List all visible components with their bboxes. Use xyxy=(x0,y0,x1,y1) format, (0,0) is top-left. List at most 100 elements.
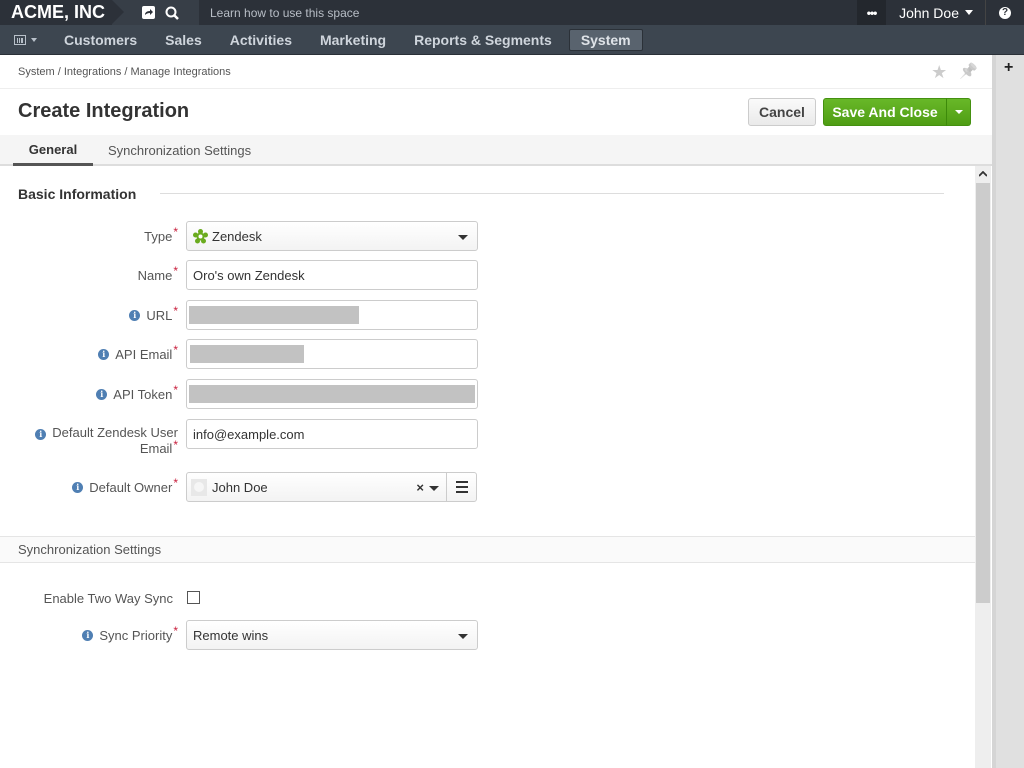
brand-name: ACME, INC xyxy=(11,2,105,22)
redacted-value xyxy=(190,345,304,363)
brand-arrow xyxy=(112,0,124,24)
dashboard-icon xyxy=(13,34,26,45)
required-asterisk: * xyxy=(173,624,178,638)
nav-item-activities[interactable]: Activities xyxy=(216,25,306,55)
api-token-label: i API Token * xyxy=(96,379,178,409)
info-icon[interactable]: i xyxy=(129,309,141,321)
search-icon[interactable] xyxy=(160,0,184,25)
required-asterisk: * xyxy=(173,225,178,239)
scrollbar-thumb[interactable] xyxy=(976,183,990,603)
default-user-email-row: i Default Zendesk User Email* info@exampl… xyxy=(0,419,480,459)
section-title-synchronization-settings: Synchronization Settings xyxy=(0,536,975,563)
tab-general[interactable]: General xyxy=(13,135,93,166)
name-row: Name * Oro's own Zendesk xyxy=(0,260,480,290)
sync-priority-label: i Sync Priority * xyxy=(82,620,178,650)
help-icon[interactable]: ? xyxy=(986,0,1024,25)
section-divider xyxy=(160,193,944,194)
required-asterisk: * xyxy=(173,264,178,278)
nav-item-marketing[interactable]: Marketing xyxy=(306,25,400,55)
default-owner-row: i Default Owner * John Doe × xyxy=(0,472,480,502)
breadcrumb: System / Integrations / Manage Integrati… xyxy=(18,66,231,78)
type-select[interactable]: Zendesk xyxy=(186,221,478,251)
more-dots-icon[interactable]: ••• xyxy=(857,0,887,25)
right-side-panel: + xyxy=(992,55,1024,768)
sync-priority-row: i Sync Priority * Remote wins xyxy=(0,620,480,650)
required-asterisk: * xyxy=(173,438,178,452)
info-icon[interactable]: i xyxy=(72,481,84,493)
api-token-row: i API Token * xyxy=(0,379,480,409)
nav-item-sales[interactable]: Sales xyxy=(151,25,216,55)
api-email-label: i API Email * xyxy=(98,339,178,369)
info-icon[interactable]: i xyxy=(96,388,108,400)
hamburger-menu-icon[interactable] xyxy=(446,473,476,501)
section-title-basic-information: Basic Information xyxy=(18,186,137,202)
info-icon[interactable]: i xyxy=(82,629,94,641)
sync-priority-select[interactable]: Remote wins xyxy=(186,620,478,650)
type-label: Type * xyxy=(144,225,178,244)
type-value: Zendesk xyxy=(212,228,262,244)
shortcut-icon[interactable] xyxy=(136,0,160,25)
caret-down-icon xyxy=(458,634,468,639)
url-label: i URL * xyxy=(129,300,178,330)
default-user-email-input[interactable]: info@example.com xyxy=(186,419,478,449)
redacted-value xyxy=(189,306,359,324)
two-way-sync-row: Enable Two Way Sync xyxy=(0,583,480,613)
user-name: John Doe xyxy=(899,4,959,21)
caret-down-icon xyxy=(458,235,468,240)
name-input[interactable]: Oro's own Zendesk xyxy=(186,260,478,290)
form-content xyxy=(0,166,992,768)
header-divider xyxy=(0,88,992,89)
caret-down-icon xyxy=(954,110,963,114)
name-label: Name * xyxy=(137,264,178,283)
default-user-email-value: info@example.com xyxy=(193,426,305,442)
star-icon[interactable]: ★ xyxy=(931,62,947,83)
info-icon[interactable]: i xyxy=(98,348,110,360)
scroll-up-icon[interactable] xyxy=(975,166,991,182)
dashboard-menu[interactable] xyxy=(0,25,50,55)
caret-down-icon xyxy=(30,37,37,42)
caret-down-icon xyxy=(965,10,973,15)
plus-icon[interactable]: + xyxy=(1004,59,1013,77)
top-bar: ACME, INC Learn how to use this space ••… xyxy=(0,0,1024,25)
zendesk-icon xyxy=(193,228,208,243)
default-user-email-label: i Default Zendesk User Email* xyxy=(35,425,178,457)
form-tabs: General Synchronization Settings xyxy=(0,135,992,166)
enable-two-way-sync-checkbox[interactable] xyxy=(187,591,200,604)
nav-item-system[interactable]: System xyxy=(568,28,643,51)
api-token-input[interactable] xyxy=(186,379,478,409)
save-and-close-button[interactable]: Save And Close xyxy=(823,98,947,126)
api-email-input[interactable] xyxy=(186,339,478,369)
cancel-button[interactable]: Cancel xyxy=(748,98,816,126)
api-email-row: i API Email * xyxy=(0,339,480,369)
default-owner-label: i Default Owner * xyxy=(72,472,178,502)
info-icon[interactable]: i xyxy=(35,428,47,440)
help-search-bar[interactable]: Learn how to use this space xyxy=(199,0,858,25)
name-value: Oro's own Zendesk xyxy=(193,267,305,283)
url-input[interactable] xyxy=(186,300,478,330)
save-options-dropdown[interactable] xyxy=(946,98,971,126)
nav-item-customers[interactable]: Customers xyxy=(50,25,151,55)
user-menu[interactable]: John Doe xyxy=(886,0,986,25)
required-asterisk: * xyxy=(173,343,178,357)
topbar-tools xyxy=(112,0,199,25)
clear-icon[interactable]: × xyxy=(416,480,424,495)
type-row: Type * Zendesk xyxy=(0,221,480,251)
brand-logo[interactable]: ACME, INC xyxy=(0,0,124,25)
tab-synchronization-settings[interactable]: Synchronization Settings xyxy=(108,135,251,166)
pin-icon[interactable]: 📌 xyxy=(959,62,978,83)
caret-down-icon[interactable] xyxy=(429,486,439,491)
required-asterisk: * xyxy=(173,304,178,318)
two-way-sync-label: Enable Two Way Sync xyxy=(43,590,173,606)
required-asterisk: * xyxy=(173,476,178,490)
required-asterisk: * xyxy=(173,383,178,397)
vertical-scrollbar[interactable] xyxy=(975,166,991,768)
sync-priority-value: Remote wins xyxy=(193,627,269,643)
default-owner-select[interactable]: John Doe × xyxy=(186,472,477,502)
redacted-value xyxy=(189,385,475,403)
nav-item-reports-segments[interactable]: Reports & Segments xyxy=(400,25,566,55)
url-row: i URL * xyxy=(0,300,480,330)
main-navigation: Customers Sales Activities Marketing Rep… xyxy=(0,25,1024,55)
help-glyph: ? xyxy=(999,6,1011,19)
page-title: Create Integration xyxy=(18,100,190,122)
avatar xyxy=(191,478,207,496)
